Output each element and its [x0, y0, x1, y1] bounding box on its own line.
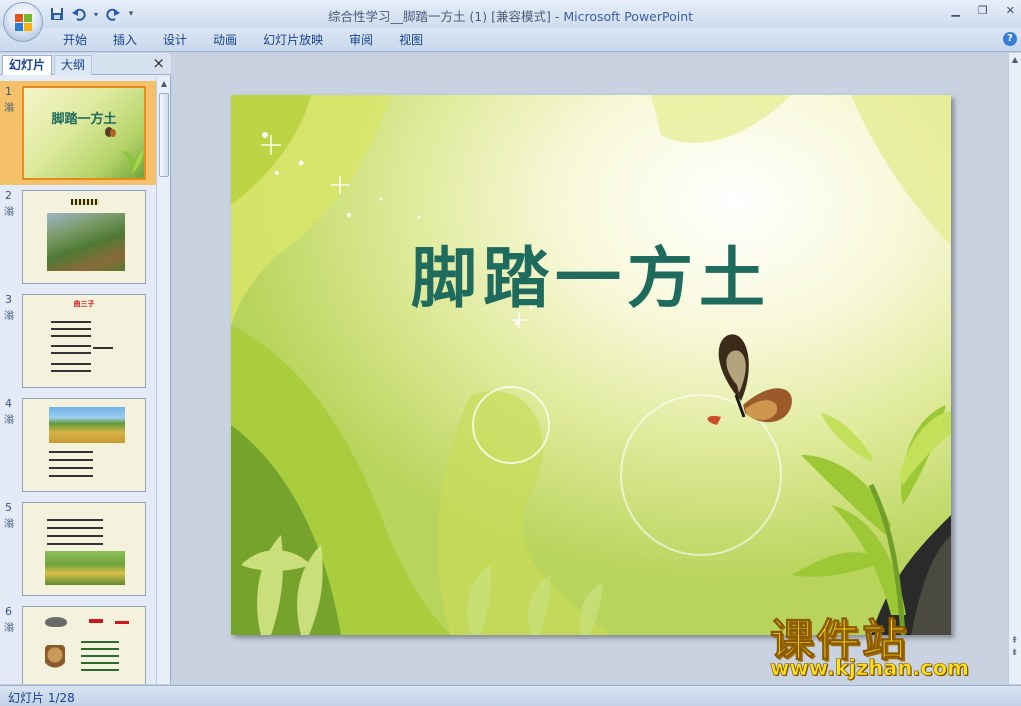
- tab-animations[interactable]: 动画: [200, 32, 250, 48]
- close-window-icon[interactable]: ✕: [1006, 4, 1015, 17]
- tab-slides[interactable]: 幻灯片: [2, 55, 53, 75]
- animation-marker-icon: 滃: [4, 415, 14, 426]
- thumbnail-photo: [49, 407, 125, 443]
- slide-background: [231, 95, 951, 635]
- ribbon-tabs: 开始 插入 设计 动画 幻灯片放映 审阅 视图: [50, 32, 436, 48]
- slide-thumbnail-row[interactable]: 5 滃: [0, 497, 156, 601]
- animation-marker-icon: 滃: [4, 207, 14, 218]
- animation-marker-icon: 滃: [4, 519, 14, 530]
- thumbnail-title: 曲三子: [73, 300, 95, 308]
- slide-thumbnail-row[interactable]: 4 滃: [0, 393, 156, 497]
- tab-view[interactable]: 视图: [386, 32, 436, 48]
- slide-thumbnail-row[interactable]: 3 滃 曲三子: [0, 289, 156, 393]
- slide-title[interactable]: 脚踏一方土: [231, 225, 951, 321]
- leaf-icon: [121, 149, 144, 177]
- slide-thumbnail[interactable]: [22, 398, 146, 492]
- tab-outline[interactable]: 大纲: [54, 55, 93, 75]
- close-pane-icon[interactable]: ×: [152, 54, 165, 72]
- tab-home[interactable]: 开始: [50, 32, 100, 48]
- tab-slideshow[interactable]: 幻灯片放映: [250, 32, 336, 48]
- slide-number: 5: [5, 501, 12, 514]
- watermark-url: www.kjzhan.com: [770, 656, 970, 681]
- restore-icon[interactable]: ❐: [978, 4, 988, 17]
- title-separator: -: [550, 9, 564, 24]
- slide-indicator: 幻灯片 1/28: [8, 691, 75, 705]
- slide-editing-area: 脚踏一方土: [172, 53, 1008, 684]
- bird-icon: [45, 617, 67, 627]
- status-bar: 幻灯片 1/28: [0, 685, 1021, 706]
- office-logo-icon: [15, 14, 32, 31]
- slide-thumbnail-row[interactable]: 2 滃: [0, 185, 156, 289]
- slide-thumbnail-row[interactable]: 1 滃 脚踏一方土: [0, 81, 156, 185]
- pane-tabs: 幻灯片 大纲 ×: [0, 53, 171, 75]
- app-name: Microsoft PowerPoint: [563, 9, 694, 24]
- slide-thumbnail[interactable]: [22, 502, 146, 596]
- title-bar: ▾ ▾ 综合性学习__脚踏一方土 (1) [兼容模式] - Microsoft …: [0, 0, 1021, 42]
- watermark-logo: 课件站 www.kjzhan.com: [770, 604, 1010, 684]
- tab-review[interactable]: 审阅: [336, 32, 386, 48]
- scrollbar-thumb[interactable]: [159, 93, 169, 177]
- window-controls: ▁ ❐ ✕: [951, 4, 1015, 17]
- slide-thumbnail[interactable]: 曲三子: [22, 294, 146, 388]
- slide-number: 1: [5, 85, 12, 98]
- tab-insert[interactable]: 插入: [100, 32, 150, 48]
- slide-thumbnail-list: 1 滃 脚踏一方土 2 滃 3 滃 曲三子 4 滃 5 滃 6 滃: [0, 77, 156, 684]
- animation-marker-icon: 滃: [4, 311, 14, 322]
- slide-canvas[interactable]: 脚踏一方土: [231, 95, 951, 635]
- minimize-icon[interactable]: ▁: [951, 4, 959, 17]
- animation-marker-icon: 滃: [4, 103, 14, 114]
- slide-thumbnail[interactable]: 脚踏一方土: [22, 86, 146, 180]
- scroll-up-icon[interactable]: ▲: [159, 79, 169, 91]
- slide-thumbnail[interactable]: [22, 606, 146, 684]
- office-button[interactable]: [3, 2, 43, 42]
- slide-thumbnail-row[interactable]: 6 滃: [0, 601, 156, 684]
- slide-number: 4: [5, 397, 12, 410]
- scroll-up-icon[interactable]: ▲: [1010, 55, 1020, 67]
- document-title: 综合性学习__脚踏一方土 (1) [兼容模式]: [327, 9, 551, 24]
- animation-marker-icon: 滃: [4, 623, 14, 634]
- slide-thumbnail[interactable]: [22, 190, 146, 284]
- ribbon: 开始 插入 设计 动画 幻灯片放映 审阅 视图 ?: [0, 28, 1021, 52]
- help-icon[interactable]: ?: [1003, 32, 1017, 46]
- slides-pane: 幻灯片 大纲 × 1 滃 脚踏一方土 2 滃 3 滃 曲三子 4 滃 5 滃 6…: [0, 53, 171, 684]
- slide-number: 6: [5, 605, 12, 618]
- butterfly-icon: [105, 127, 116, 137]
- thumbnail-photo: [45, 551, 125, 585]
- window-title: 综合性学习__脚踏一方土 (1) [兼容模式] - Microsoft Powe…: [0, 6, 1021, 25]
- cartoon-figure-icon: [45, 645, 65, 684]
- slide-scrollbar[interactable]: ▲: [1008, 53, 1021, 684]
- thumbnail-title: 脚踏一方土: [51, 112, 117, 127]
- slide-number: 3: [5, 293, 12, 306]
- thumbnail-photo: [47, 213, 125, 271]
- tab-design[interactable]: 设计: [150, 32, 200, 48]
- slide-number: 2: [5, 189, 12, 202]
- thumbnail-scrollbar[interactable]: ▲: [156, 77, 170, 684]
